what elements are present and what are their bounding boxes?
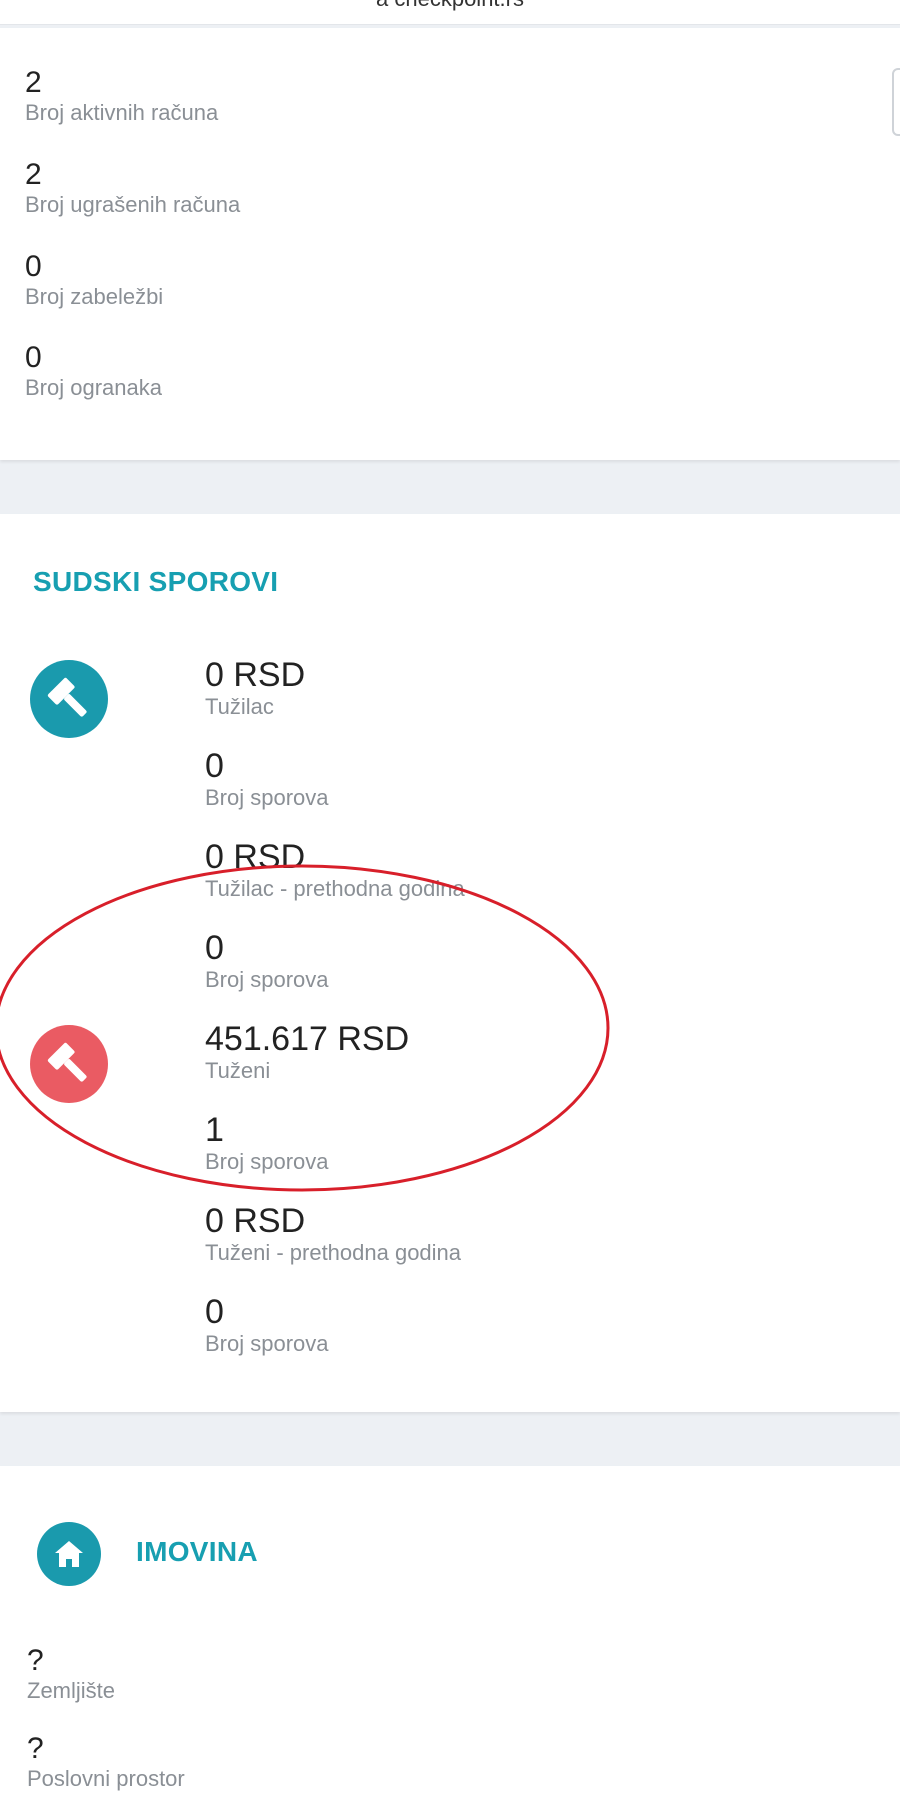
defendant-count: 1 Broj sporova bbox=[205, 1111, 329, 1175]
section-title: SUDSKI SPOROVI bbox=[33, 566, 279, 597]
plaintiff-prev-amount: 0 RSD Tužilac - prethodna godina bbox=[205, 838, 465, 902]
plaintiff-prev-count: 0 Broj sporova bbox=[205, 929, 329, 993]
stat-label: Broj ogranaka bbox=[25, 375, 162, 400]
stat-label: Broj zabeležbi bbox=[25, 284, 164, 309]
stat-label: Broj ugrašenih računa bbox=[25, 192, 241, 217]
property-value: ? bbox=[27, 1644, 44, 1677]
top-bar-text: a checkpoint.rs bbox=[0, 0, 900, 12]
lawsuits-card: SUDSKI SPOROVI 0 RSD Tužilac 0 Broj spor… bbox=[0, 514, 900, 1412]
top-bar: a checkpoint.rs bbox=[0, 0, 900, 25]
home-icon bbox=[37, 1522, 101, 1586]
stat-value: 0 bbox=[25, 341, 42, 374]
defendant-prev-amount: 0 RSD Tuženi - prethodna godina bbox=[205, 1202, 461, 1266]
property-value: ? bbox=[27, 1732, 44, 1765]
amount-value: 451.617 RSD bbox=[205, 1020, 410, 1058]
scroll-edge-indicator bbox=[892, 68, 900, 136]
amount-value: 0 RSD bbox=[205, 838, 306, 876]
amount-label: Tužilac - prethodna godina bbox=[205, 876, 465, 901]
count-value: 0 bbox=[205, 1293, 224, 1331]
stat-active-accounts: 2 Broj aktivnih računa bbox=[25, 66, 218, 126]
amount-value: 0 RSD bbox=[205, 656, 306, 694]
gavel-icon bbox=[30, 660, 108, 738]
stat-blocked-accounts: 2 Broj ugrašenih računa bbox=[25, 158, 240, 218]
count-label: Broj sporova bbox=[205, 1149, 329, 1174]
property-land: ? Zemljište bbox=[27, 1644, 115, 1704]
stat-value: 2 bbox=[25, 66, 42, 99]
plaintiff-count: 0 Broj sporova bbox=[205, 747, 329, 811]
amount-label: Tuženi - prethodna godina bbox=[205, 1240, 462, 1265]
stat-notes: 0 Broj zabeležbi bbox=[25, 250, 163, 310]
count-value: 1 bbox=[205, 1111, 224, 1149]
section-title: IMOVINA bbox=[136, 1536, 258, 1567]
property-label: Zemljište bbox=[27, 1678, 116, 1703]
stat-label: Broj aktivnih računa bbox=[25, 100, 219, 125]
count-value: 0 bbox=[205, 747, 224, 785]
count-label: Broj sporova bbox=[205, 785, 329, 810]
property-card: IMOVINA ? Zemljište ? Poslovni prostor bbox=[0, 1466, 900, 1807]
plaintiff-amount: 0 RSD Tužilac bbox=[205, 656, 305, 720]
amount-label: Tuženi bbox=[205, 1058, 271, 1083]
property-label: Poslovni prostor bbox=[27, 1766, 185, 1791]
stat-branches: 0 Broj ogranaka bbox=[25, 341, 162, 401]
amount-value: 0 RSD bbox=[205, 1202, 306, 1240]
defendant-amount: 451.617 RSD Tuženi bbox=[205, 1020, 409, 1084]
stat-value: 0 bbox=[25, 250, 42, 283]
stat-value: 2 bbox=[25, 158, 42, 191]
amount-label: Tužilac bbox=[205, 694, 274, 719]
count-label: Broj sporova bbox=[205, 1331, 329, 1356]
count-value: 0 bbox=[205, 929, 224, 967]
property-business-space: ? Poslovni prostor bbox=[27, 1732, 185, 1792]
account-stats-card: 2 Broj aktivnih računa 2 Broj ugrašenih … bbox=[0, 28, 900, 460]
defendant-prev-count: 0 Broj sporova bbox=[205, 1293, 329, 1357]
count-label: Broj sporova bbox=[205, 967, 329, 992]
gavel-icon bbox=[30, 1025, 108, 1103]
